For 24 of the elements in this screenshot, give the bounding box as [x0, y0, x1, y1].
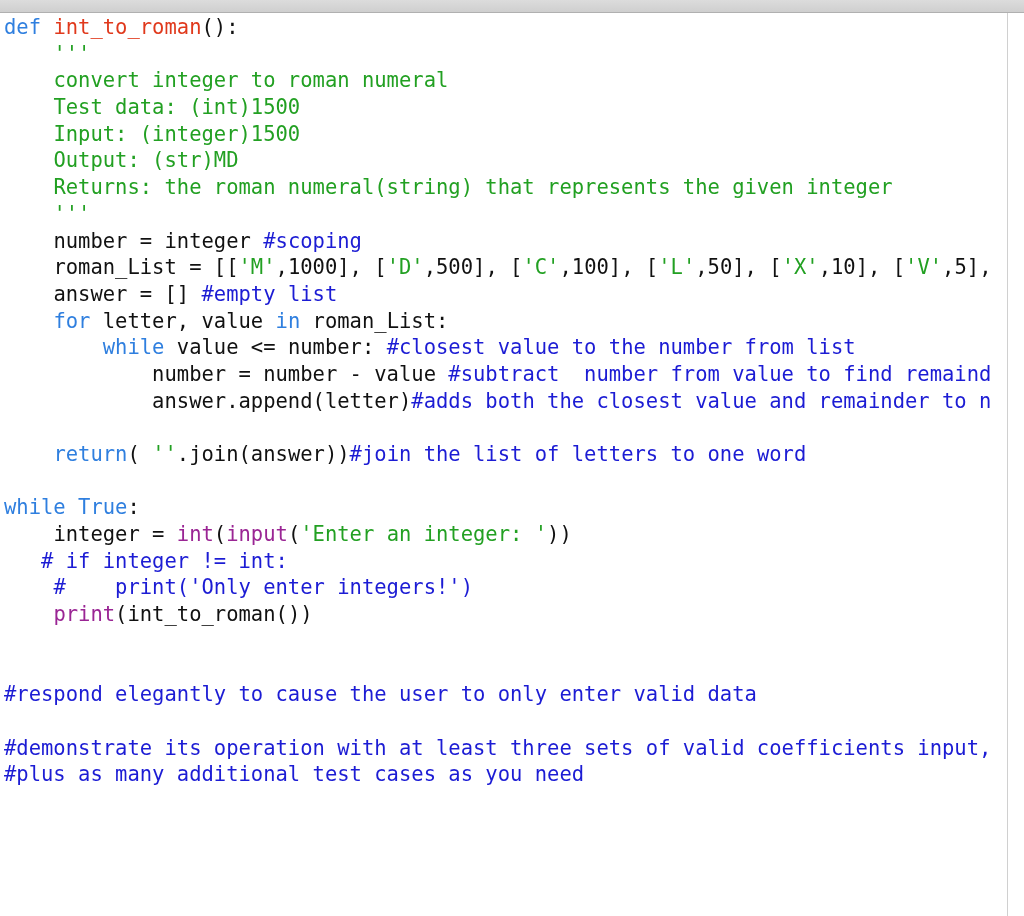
- code-line: while True:: [4, 495, 140, 520]
- code-line: number = number - value #subtract number from value to find remaind: [152, 361, 992, 386]
- code-line: answer = [] #empty list: [53, 281, 338, 306]
- code-line: convert integer to roman numeral: [53, 68, 449, 93]
- code-line: Returns: the roman numeral(string) that represents the given integer: [53, 175, 893, 200]
- code-line: integer = int(input('Enter an integer: ')): [53, 522, 572, 547]
- code-line: ''': [53, 41, 91, 66]
- code-line: number = integer #scoping: [53, 228, 362, 253]
- code-line: Test data: (int)1500: [53, 95, 301, 120]
- code-line: # print('Only enter integers!'): [53, 575, 473, 600]
- code-line: #plus as many additional test cases as you need: [4, 762, 585, 787]
- code-line: roman_List = [['M',1000], ['D',500], ['C',100], ['L',50], ['X',10], ['V',5],: [53, 255, 992, 280]
- code-line: print(int_to_roman()): [53, 602, 313, 627]
- code-line: # if integer != int:: [41, 548, 288, 573]
- code-line: #demonstrate its operation with at least three sets of valid coefficients input,: [4, 735, 992, 760]
- code-line: def int_to_roman():: [4, 15, 239, 39]
- code-line: ''': [53, 201, 91, 226]
- code-line: answer.append(letter)#adds both the closest value and remainder to n: [152, 388, 992, 413]
- code-line: #respond elegantly to cause the user to only enter valid data: [4, 682, 757, 707]
- code-line: for letter, value in roman_List:: [53, 308, 449, 333]
- code-line: Input: (integer)1500: [53, 121, 301, 146]
- code-line: Output: (str)MD: [53, 148, 239, 173]
- code-line: while value <= number: #closest value to the number from list: [102, 335, 856, 360]
- code-line: return( ''.join(answer))#join the list of letters to one word: [53, 442, 807, 466]
